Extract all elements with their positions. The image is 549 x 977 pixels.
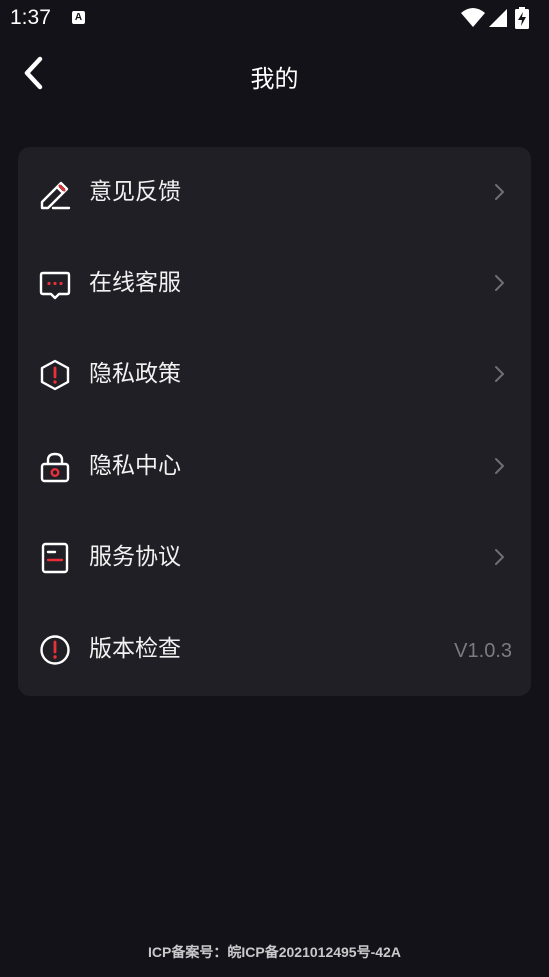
notification-app-icon: A bbox=[72, 11, 85, 24]
chevron-right-icon bbox=[495, 549, 504, 565]
menu-item-privacy-center[interactable]: 隐私中心 bbox=[18, 421, 531, 512]
menu-item-label: 隐私政策 bbox=[89, 361, 181, 387]
document-icon bbox=[41, 542, 69, 574]
menu-item-label: 服务协议 bbox=[89, 544, 181, 570]
menu-item-online-service[interactable]: 在线客服 bbox=[18, 238, 531, 329]
status-time: 1:37 bbox=[10, 6, 51, 29]
menu-item-service-agreement[interactable]: 服务协议 bbox=[18, 512, 531, 603]
chevron-right-icon bbox=[495, 275, 504, 291]
menu-item-label: 隐私中心 bbox=[89, 453, 181, 479]
chevron-right-icon bbox=[495, 184, 504, 200]
chevron-right-icon bbox=[495, 458, 504, 474]
menu-item-label: 意见反馈 bbox=[89, 179, 181, 205]
cell-signal-icon bbox=[489, 9, 507, 27]
chevron-right-icon bbox=[495, 366, 504, 382]
feedback-edit-icon bbox=[40, 181, 71, 210]
status-bar: 1:37 A bbox=[0, 0, 549, 38]
menu-item-label: 在线客服 bbox=[89, 270, 181, 296]
battery-charging-icon bbox=[515, 7, 529, 29]
page-title: 我的 bbox=[250, 65, 299, 93]
shield-alert-icon bbox=[40, 359, 70, 391]
chat-bubble-icon bbox=[39, 271, 71, 300]
menu-item-version-check[interactable]: 版本检查 V1.0.3 bbox=[18, 604, 531, 695]
settings-menu-card: 意见反馈 在线客服 隐私政策 隐私中心 服务协议 版本检查 V1.0.3 bbox=[18, 147, 531, 696]
menu-item-label: 版本检查 bbox=[89, 636, 181, 662]
wifi-icon bbox=[461, 8, 485, 27]
icp-record-text: ICP备案号：皖ICP备2021012495号-42A bbox=[148, 944, 401, 960]
lock-icon bbox=[40, 452, 70, 483]
version-value: V1.0.3 bbox=[454, 640, 512, 662]
menu-item-privacy-policy[interactable]: 隐私政策 bbox=[18, 329, 531, 420]
status-icons bbox=[461, 7, 541, 29]
info-circle-icon bbox=[40, 635, 70, 665]
menu-item-feedback[interactable]: 意见反馈 bbox=[18, 147, 531, 238]
app-header: 我的 bbox=[0, 38, 549, 110]
